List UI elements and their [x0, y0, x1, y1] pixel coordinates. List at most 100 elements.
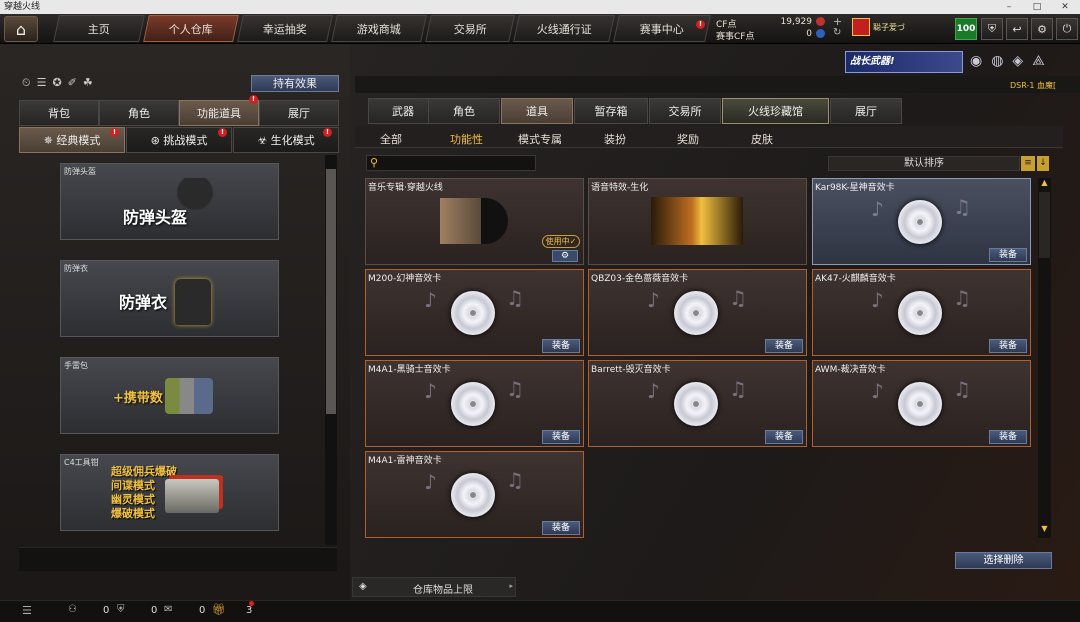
mode-challenge[interactable]: ⊛ 挑战模式	[126, 127, 232, 153]
item-card-qbz03[interactable]: QBZ03-金色蔷薇音效卡 ♪ ♫ 装备	[588, 269, 807, 356]
list-view-icon[interactable]: ≡	[1021, 156, 1035, 171]
equip-button[interactable]: 装备	[989, 339, 1027, 353]
nav-tab-exchange[interactable]: 交易所	[425, 15, 515, 42]
card-title: 防弹衣	[119, 293, 168, 312]
music-note-icon: ♫	[506, 377, 524, 401]
friends-icon[interactable]: ⚇	[68, 604, 77, 615]
equip-button[interactable]: 装备	[989, 430, 1027, 444]
subtab-all[interactable]: 全部	[380, 131, 402, 147]
power-button[interactable]: ⏻	[1056, 18, 1078, 40]
scroll-up-icon[interactable]: ▲	[1038, 178, 1051, 190]
item-name: 音乐专辑·穿越火线	[368, 183, 443, 193]
left-scrollbar[interactable]	[325, 155, 337, 545]
menu-icon[interactable]: ☰	[22, 604, 32, 617]
home-button[interactable]: ⌂	[4, 16, 38, 42]
item-card-kar98k[interactable]: Kar98K-星神音效卡 ♪ ♫ 装备	[812, 178, 1031, 265]
item-card-grenade[interactable]: 手雷包 +携带数	[60, 357, 279, 434]
item-card-music-album[interactable]: 音乐专辑·穿越火线 使用中✓ ⚙	[365, 178, 584, 265]
user-name[interactable]: 聪子爱づ	[873, 22, 905, 33]
chat-icon[interactable]: ✉	[164, 604, 172, 615]
event-cf-icon	[816, 29, 825, 38]
music-note-icon: ♪	[424, 470, 437, 494]
left-scrollbar-thumb[interactable]	[326, 169, 336, 414]
item-card-helmet[interactable]: 防弹头盔 防弹头盔	[60, 163, 279, 240]
clan-shield-icon[interactable]: ⛨	[117, 604, 125, 615]
equip-button[interactable]: 装备	[542, 339, 580, 353]
shield-button[interactable]: ⛨	[981, 18, 1003, 40]
zombie-mode-icon: ☣	[257, 134, 271, 147]
challenge-mode-icon: ⊛	[150, 134, 164, 147]
item-card-voice-effect[interactable]: 语音特效-生化	[588, 178, 807, 265]
tab-gallery[interactable]: 展厅	[830, 98, 902, 124]
cf-icon	[816, 17, 825, 26]
subtab-functional[interactable]: 功能性	[450, 131, 483, 147]
nav-tab-events[interactable]: 赛事中心	[613, 15, 711, 42]
effects-button[interactable]: 持有效果	[251, 75, 339, 92]
banner-icons[interactable]: ◉◍◈⟁	[970, 53, 1054, 69]
subtab-reward[interactable]: 奖励	[677, 131, 699, 147]
category-backpack[interactable]: 背包	[19, 100, 99, 126]
item-card-m200[interactable]: M200-幻神音效卡 ♪ ♫ 装备	[365, 269, 584, 356]
back-button[interactable]: ↩	[1006, 18, 1028, 40]
cf-value: 19,929	[780, 17, 813, 27]
item-settings-button[interactable]: ⚙	[552, 250, 578, 262]
equip-button[interactable]: 装备	[765, 430, 803, 444]
search-input[interactable]: ⚲	[366, 155, 536, 171]
nav-tab-lottery[interactable]: 幸运抽奖	[237, 15, 333, 42]
scroll-down-icon[interactable]: ▼	[1038, 524, 1051, 536]
item-card-awm[interactable]: AWM-裁决音效卡 ♪ ♫ 装备	[812, 360, 1031, 447]
item-card-m4a1-knight[interactable]: M4A1-黑骑士音效卡 ♪ ♫ 装备	[365, 360, 584, 447]
functional-alert-badge: !	[249, 95, 258, 104]
item-card-ak47[interactable]: AK47-火麒麟音效卡 ♪ ♫ 装备	[812, 269, 1031, 356]
tab-stash[interactable]: 暂存箱	[574, 98, 648, 124]
equip-button[interactable]: 装备	[542, 521, 580, 535]
left-toolbar-icons[interactable]: ⏲☰✪✐☘	[22, 76, 99, 90]
item-card-c4[interactable]: C4工具钳 超级佣兵爆破 间谍模式 幽灵模式 爆破模式	[60, 454, 279, 531]
equip-button[interactable]: 装备	[765, 339, 803, 353]
items-scrollbar[interactable]: ▲ ▼	[1038, 178, 1051, 538]
maximize-button[interactable]: □	[1024, 0, 1050, 14]
equip-button[interactable]: 装备	[989, 248, 1027, 262]
close-button[interactable]: ✕	[1052, 0, 1078, 14]
equip-button[interactable]: 装备	[542, 430, 580, 444]
subtab-skin[interactable]: 皮肤	[751, 131, 773, 147]
storage-limit-bar[interactable]: ◈ 仓库物品上限 ▸	[352, 577, 516, 597]
tab-trade[interactable]: 交易所	[649, 98, 721, 124]
gift-icon[interactable]: 🎁︎	[212, 603, 226, 616]
nav-tab-pass[interactable]: 火线通行证	[513, 15, 615, 42]
return-icon: ↩	[1012, 22, 1022, 36]
tab-items[interactable]: 道具	[501, 98, 573, 124]
subtab-mode[interactable]: 模式专属	[518, 131, 562, 147]
refresh-icon[interactable]: ↻	[833, 27, 841, 38]
category-gallery[interactable]: 展厅	[259, 100, 339, 126]
delete-select-button[interactable]: 选择删除	[955, 552, 1052, 569]
item-card-vest[interactable]: 防弹衣 防弹衣	[60, 260, 279, 337]
item-card-m4a1-thor[interactable]: M4A1-雷神音效卡 ♪ ♫ 装备	[365, 451, 584, 538]
items-scrollbar-thumb[interactable]	[1039, 192, 1050, 258]
nav-tab-home[interactable]: 主页	[53, 15, 145, 42]
voice-effect-icon	[651, 197, 743, 245]
home-icon: ⌂	[15, 19, 27, 39]
settings-button[interactable]: ⚙	[1031, 18, 1053, 40]
subtab-outfit[interactable]: 装扮	[604, 131, 626, 147]
music-note-icon: ♪	[871, 379, 884, 403]
nav-tab-store[interactable]: 游戏商城	[331, 15, 427, 42]
tab-characters[interactable]: 角色	[428, 98, 500, 124]
card-label: 手雷包	[64, 361, 88, 370]
sort-dropdown[interactable]: 默认排序	[828, 156, 1020, 171]
zombie-alert-badge: !	[323, 128, 332, 137]
category-character[interactable]: 角色	[99, 100, 179, 126]
sort-order-icon[interactable]: ↓	[1037, 156, 1049, 171]
music-note-icon: ♫	[953, 286, 971, 310]
music-note-icon: ♫	[506, 286, 524, 310]
minimize-button[interactable]: –	[996, 0, 1022, 14]
nav-tab-warehouse[interactable]: 个人仓库	[143, 15, 239, 42]
category-functional[interactable]: 功能道具	[179, 100, 259, 126]
tab-collection[interactable]: 火线珍藏馆	[722, 98, 829, 124]
c4-icon	[165, 479, 219, 513]
item-card-barrett[interactable]: Barrett-毁灭音效卡 ♪ ♫ 装备	[588, 360, 807, 447]
music-note-icon: ♪	[871, 288, 884, 312]
promo-banner[interactable]: 战长武器!	[845, 51, 963, 73]
weapon-tag: DSR-1 血魔[	[1010, 81, 1057, 90]
classic-alert-badge: !	[110, 128, 119, 137]
